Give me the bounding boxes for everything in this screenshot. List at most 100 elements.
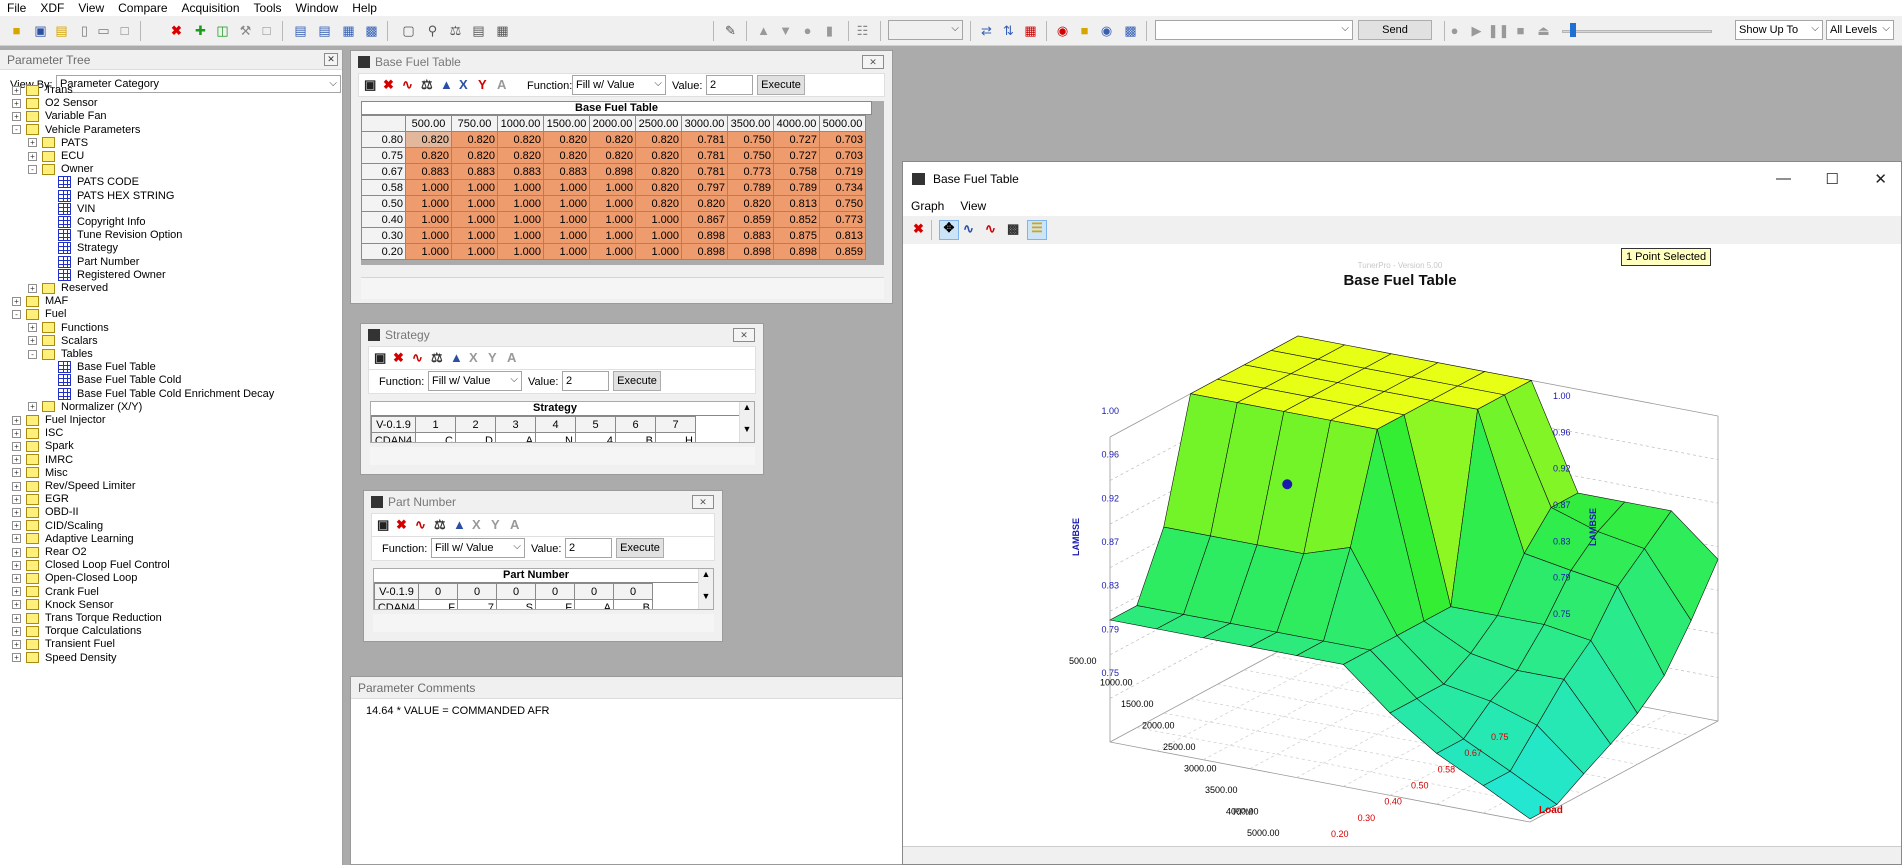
graph-menu-graph[interactable]: Graph bbox=[903, 199, 952, 213]
expand-icon[interactable]: + bbox=[28, 402, 37, 412]
table-cell[interactable]: N bbox=[535, 432, 576, 442]
column-header[interactable]: 3000.00 bbox=[681, 115, 728, 132]
table-cell[interactable]: 0.820 bbox=[589, 147, 636, 164]
expand-icon[interactable]: + bbox=[12, 428, 21, 438]
graph-menu-view[interactable]: View bbox=[952, 199, 994, 213]
table-cell[interactable]: 0.820 bbox=[497, 131, 544, 148]
tree-item[interactable]: + Speed Density bbox=[12, 650, 117, 666]
surface-chart[interactable]: 1.00 0.96 0.92 0.87 0.83 0.79 0.75 1.00 0.96 0.92… bbox=[903, 244, 1902, 848]
globe-icon[interactable]: ◉ bbox=[1098, 22, 1115, 39]
table-cell[interactable]: 1.000 bbox=[635, 243, 682, 260]
table-cell[interactable]: 1.000 bbox=[497, 227, 544, 244]
surface-icon[interactable]: ▩ bbox=[1007, 222, 1019, 236]
table-cell[interactable]: 1.000 bbox=[589, 227, 636, 244]
table-cell[interactable]: 1.000 bbox=[543, 243, 590, 260]
playback-slider[interactable] bbox=[1562, 30, 1712, 33]
save-icon[interactable]: ▣ bbox=[32, 22, 49, 39]
save-icon[interactable]: ▣ bbox=[374, 351, 386, 365]
monitor-icon[interactable]: ▩ bbox=[363, 22, 380, 39]
menu-acquisition[interactable]: Acquisition bbox=[175, 1, 247, 15]
close-icon[interactable]: ✕ bbox=[692, 495, 714, 509]
function-combo[interactable]: Fill w/ Value ⌵ bbox=[572, 75, 666, 95]
record-icon[interactable]: ◉ bbox=[1054, 22, 1071, 39]
eject-icon[interactable]: ⏏ bbox=[1535, 22, 1552, 39]
vertical-scrollbar[interactable]: ▲ ▼ bbox=[698, 569, 713, 609]
value-input[interactable]: 2 bbox=[562, 371, 609, 391]
menu-view[interactable]: View bbox=[71, 1, 111, 15]
expand-icon[interactable]: + bbox=[12, 455, 21, 465]
table-cell[interactable]: 1.000 bbox=[405, 227, 452, 244]
table-cell[interactable]: 0.820 bbox=[681, 195, 728, 212]
table-cell[interactable]: 0.820 bbox=[405, 147, 452, 164]
command-combo[interactable]: ⌵ bbox=[1155, 20, 1353, 40]
table-cell[interactable]: 4 bbox=[575, 432, 616, 442]
table-cell[interactable]: 0.883 bbox=[543, 163, 590, 180]
print-icon[interactable]: ▦ bbox=[494, 22, 511, 39]
stack-icon[interactable]: ▯ bbox=[76, 22, 93, 39]
table-cell[interactable]: 0.820 bbox=[451, 131, 498, 148]
color-map-icon[interactable]: ☰ bbox=[1027, 220, 1047, 240]
table-cell[interactable]: D bbox=[455, 432, 496, 442]
row-header[interactable]: V-0.1.9 bbox=[374, 583, 419, 600]
view-by-combo[interactable]: Parameter Category ⌵ bbox=[56, 75, 341, 93]
function-combo[interactable]: Fill w/ Value ⌵ bbox=[428, 371, 522, 391]
table-cell[interactable]: 1.000 bbox=[451, 195, 498, 212]
column-header[interactable]: 0 bbox=[496, 583, 536, 600]
collapse-icon[interactable]: - bbox=[12, 125, 21, 135]
maximize-icon[interactable]: ☐ bbox=[1826, 170, 1839, 188]
table-cell[interactable]: 0.883 bbox=[405, 163, 452, 180]
table-cell[interactable]: 0.703 bbox=[819, 131, 866, 148]
expand-icon[interactable]: + bbox=[28, 151, 37, 161]
row-header[interactable]: V-0.1.9 bbox=[371, 416, 416, 433]
expand-icon[interactable]: + bbox=[12, 111, 21, 121]
table-cell[interactable]: 0.789 bbox=[773, 179, 820, 196]
row-header[interactable]: 0.80 bbox=[361, 131, 406, 148]
menu-window[interactable]: Window bbox=[289, 1, 346, 15]
column-header[interactable]: 0 bbox=[418, 583, 458, 600]
row-header[interactable]: CDAN4 bbox=[371, 432, 416, 442]
link-icon[interactable]: ⇄ bbox=[978, 22, 995, 39]
doc-stack-icon[interactable]: ▮ bbox=[821, 22, 838, 39]
table-cell[interactable]: 1.000 bbox=[405, 195, 452, 212]
table-cell[interactable]: 1.000 bbox=[635, 211, 682, 228]
expand-icon[interactable]: + bbox=[12, 587, 21, 597]
table-cell[interactable]: 1.000 bbox=[589, 195, 636, 212]
table-cell[interactable]: 0.820 bbox=[543, 131, 590, 148]
table-cell[interactable]: 0.813 bbox=[819, 227, 866, 244]
execute-button[interactable]: Execute bbox=[613, 371, 661, 391]
bar-chart-icon[interactable]: ▩ bbox=[1122, 22, 1139, 39]
calendar-icon[interactable]: ▦ bbox=[340, 22, 357, 39]
table-cell[interactable]: 0.898 bbox=[681, 227, 728, 244]
table-cell[interactable]: 0.820 bbox=[727, 195, 774, 212]
delete-icon[interactable]: ✖ bbox=[168, 22, 185, 39]
table-cell[interactable]: 1.000 bbox=[589, 211, 636, 228]
collapse-icon[interactable]: - bbox=[28, 349, 37, 359]
rotate-icon[interactable]: ∿ bbox=[963, 222, 974, 236]
table-cell[interactable]: 0.852 bbox=[773, 211, 820, 228]
table-cell[interactable]: 0.820 bbox=[451, 147, 498, 164]
show-up-to-combo[interactable]: Show Up To ⌵ bbox=[1735, 20, 1823, 40]
column-header[interactable]: 3500.00 bbox=[727, 115, 774, 132]
arrow-down-icon[interactable]: ▼ bbox=[777, 22, 794, 39]
table-cell[interactable]: 0.750 bbox=[727, 131, 774, 148]
table-cell[interactable]: 1.000 bbox=[451, 243, 498, 260]
delta-icon[interactable]: ▲ bbox=[440, 78, 453, 92]
save-icon[interactable]: ▣ bbox=[377, 518, 389, 532]
record-dot-icon[interactable]: ● bbox=[1446, 22, 1463, 39]
function-combo[interactable]: Fill w/ Value ⌵ bbox=[431, 538, 525, 558]
expand-icon[interactable]: + bbox=[12, 639, 21, 649]
table-cell[interactable]: 7 bbox=[457, 599, 497, 609]
column-header[interactable]: 0 bbox=[574, 583, 614, 600]
table-cell[interactable]: 0.883 bbox=[727, 227, 774, 244]
row-header[interactable]: 0.30 bbox=[361, 227, 406, 244]
expand-icon[interactable]: + bbox=[28, 283, 37, 293]
table-cell[interactable]: 0.727 bbox=[773, 131, 820, 148]
table-cell[interactable]: 0.820 bbox=[635, 163, 682, 180]
column-header[interactable]: 4 bbox=[535, 416, 576, 433]
new-icon[interactable]: □ bbox=[116, 22, 133, 39]
column-header[interactable]: 1500.00 bbox=[543, 115, 590, 132]
expand-icon[interactable]: + bbox=[12, 573, 21, 583]
pause-icon[interactable]: ❚❚ bbox=[1488, 22, 1510, 39]
expand-icon[interactable]: + bbox=[12, 600, 21, 610]
table-cell[interactable]: 0.727 bbox=[773, 147, 820, 164]
